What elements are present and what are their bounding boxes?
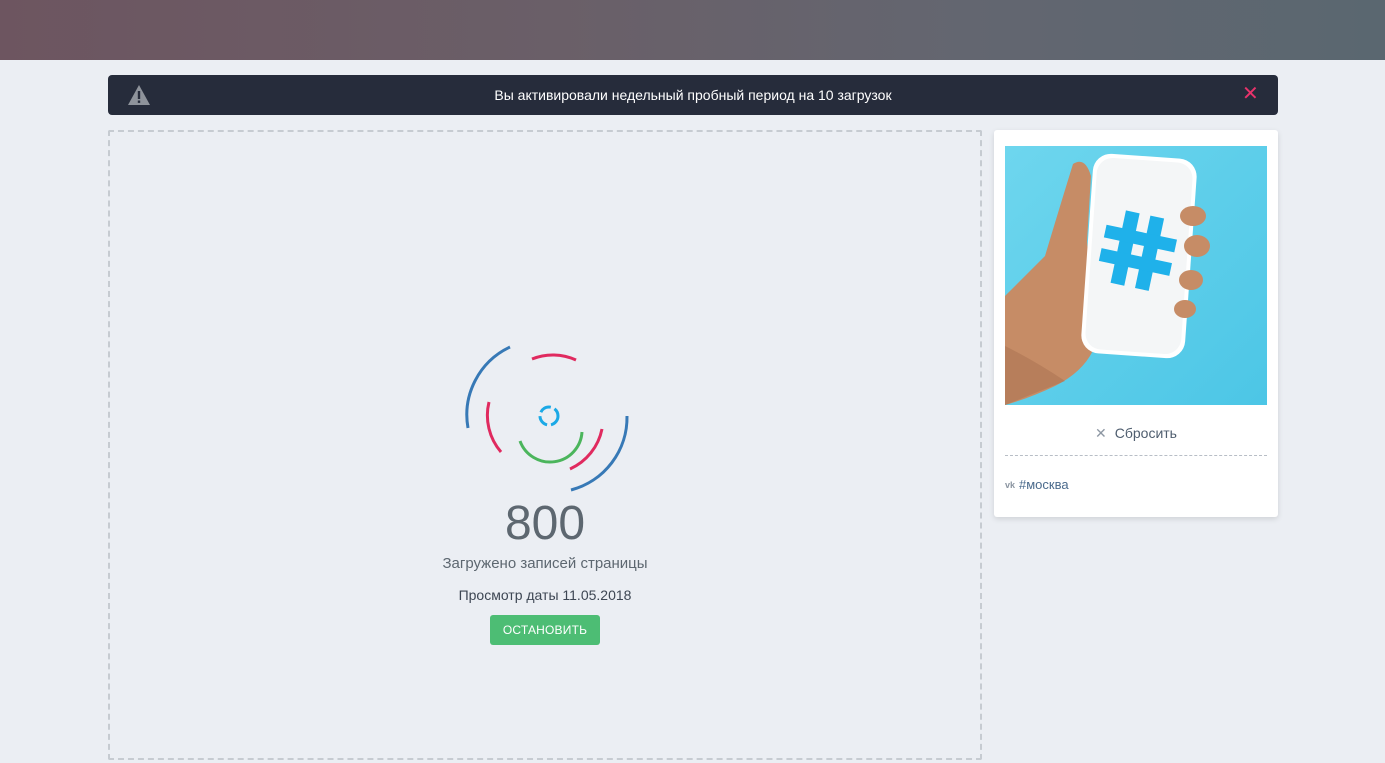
reset-label: Сбросить	[1114, 425, 1177, 441]
card-divider	[1005, 455, 1267, 456]
close-icon[interactable]: ✕	[1242, 83, 1259, 105]
hashtag-link[interactable]: vk #москва	[1005, 477, 1069, 492]
top-header-bar	[0, 0, 1385, 60]
warning-icon	[128, 85, 150, 105]
hashtag-photo	[1005, 146, 1267, 405]
close-small-icon: ✕	[1095, 425, 1107, 441]
loading-spinner	[465, 345, 629, 492]
upload-progress-area: 800 Загружено записей страницы Просмотр …	[108, 130, 982, 760]
alert-message: Вы активировали недельный пробный период…	[494, 87, 892, 103]
stop-button[interactable]: ОСТАНОВИТЬ	[490, 615, 600, 645]
reset-button[interactable]: ✕ Сбросить	[994, 425, 1278, 442]
trial-alert-banner: Вы активировали недельный пробный период…	[108, 75, 1278, 115]
viewing-date: Просмотр даты 11.05.2018	[458, 587, 632, 603]
loaded-subtitle: Загружено записей страницы	[442, 555, 648, 572]
hashtag-card: ✕ Сбросить vk #москва	[994, 130, 1278, 517]
vk-icon: vk	[1005, 479, 1016, 490]
hashtag-label: #москва	[1019, 477, 1069, 492]
loaded-count: 800	[504, 497, 586, 550]
